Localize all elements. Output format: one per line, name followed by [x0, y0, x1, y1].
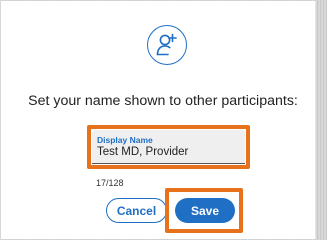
add-user-icon	[147, 25, 187, 65]
display-name-label: Display Name	[97, 135, 153, 145]
dialog-heading: Set your name shown to other participant…	[28, 93, 298, 109]
character-counter: 17/128	[96, 178, 124, 188]
cancel-button[interactable]: Cancel	[106, 198, 167, 223]
save-button[interactable]: Save	[175, 198, 235, 223]
display-name-input[interactable]: Test MD, Provider	[97, 146, 188, 158]
